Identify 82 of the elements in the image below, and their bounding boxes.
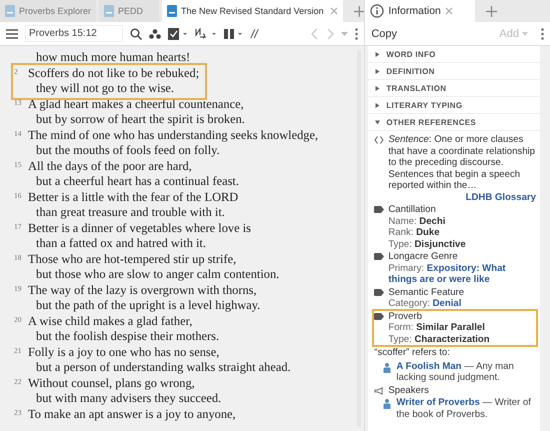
verse-line: than great treasure and trouble with it.: [35, 205, 226, 220]
expand-caret-icon: [375, 102, 380, 108]
section-header[interactable]: OTHER REFERENCES: [368, 114, 540, 131]
speakers-heading: Speakers: [388, 384, 429, 396]
code-brackets-icon: [374, 136, 384, 144]
verse-line: but with many advisers they succeed.: [35, 391, 222, 406]
verse-line: Better is a dinner of vegetables where love is: [28, 220, 251, 236]
person-link[interactable]: Writer of Proverbs: [396, 397, 480, 408]
verse-line: but the foolish despise their mothers.: [35, 329, 220, 344]
verse-line: but by sorrow of heart the spirit is broken.: [35, 112, 245, 128]
field-text: Type: Characterization: [388, 334, 491, 345]
book-icon: [5, 5, 15, 17]
close-icon[interactable]: [330, 7, 338, 15]
verse-line: they will not go to the wise.: [35, 81, 176, 96]
info-icon: [370, 4, 384, 18]
verse-line: The way of the lazy is overgrown with thorns,: [28, 282, 258, 298]
person-icon: [382, 362, 392, 372]
refers-heading: “scoffer” refers to:: [374, 346, 451, 360]
add-tab-icon[interactable]: [354, 6, 364, 16]
menu-icon[interactable]: [6, 28, 18, 38]
tag-title: Longacre Genre: [388, 251, 459, 262]
section-header[interactable]: TRANSLATION: [368, 80, 540, 97]
reference-field[interactable]: Proverbs 15:12: [25, 25, 123, 42]
verse-line: but a cheerful heart has a continual feast.: [35, 174, 239, 190]
verse-line: Those who are hot-tempered stir up strife,: [28, 252, 238, 267]
parallel-button[interactable]: //: [251, 26, 258, 40]
tag-title: Semantic Feature: [388, 286, 466, 298]
field-text: Category: Denial: [388, 298, 462, 310]
tag-icon: [374, 288, 384, 296]
section-header[interactable]: DEFINITION: [368, 63, 540, 80]
tag-icon: [374, 312, 384, 320]
person-link[interactable]: A Foolish Man: [396, 360, 462, 372]
megaphone-icon: [374, 386, 384, 394]
copy-button[interactable]: Copy: [371, 28, 398, 40]
verse-line: Scoffers do not like to be rebuked;: [28, 66, 200, 81]
search-icon[interactable]: [130, 28, 142, 40]
verse-line: A wise child makes a glad father,: [28, 314, 194, 329]
expand-caret-icon: [375, 68, 380, 74]
field-text: Rank: Duke: [388, 227, 441, 238]
checkbox-icon[interactable]: [168, 28, 188, 40]
section-header[interactable]: WORD INFO: [368, 46, 540, 63]
more-icon[interactable]: [541, 28, 544, 40]
verse-line: To make an apt answer is a joy to anyone,: [28, 406, 236, 422]
add-tab-icon[interactable]: [486, 6, 498, 16]
glossary-link[interactable]: LDHB Glossary: [466, 192, 536, 202]
tag-title: Proverb: [388, 310, 423, 322]
collapse-caret-icon: [375, 120, 380, 124]
verse-line: but the mouths of fools feed on folly.: [35, 143, 221, 158]
field-text: Name: Dechi: [388, 216, 446, 227]
verse-line: but a person of understanding walks straight ahead.: [35, 360, 291, 376]
expand-caret-icon: [375, 86, 380, 90]
book-icon: [167, 5, 178, 17]
book-icon: [104, 5, 114, 17]
columns-icon[interactable]: [224, 28, 244, 40]
definition-text: Sentence: One or more clauses that have a coordinate relationship to the preceding discourse. Sentences that begin a speech reported within the…: [388, 134, 536, 192]
field-text: Primary: Expository: What things are or were like: [388, 262, 507, 286]
verse-line: A glad heart makes a cheerful countenance,: [28, 96, 245, 112]
tag-icon: [374, 206, 384, 213]
tag-title: Cantillation: [388, 204, 437, 216]
person-icon: [382, 399, 392, 409]
verse-line: The mind of one who has understanding seeks knowledge,: [28, 128, 318, 143]
field-text: Form: Similar Parallel: [388, 322, 486, 334]
person-description: Writer of Proverbs — Writer of the book of Proverbs.: [396, 397, 532, 420]
verse-line: Without counsel, plans go wrong,: [28, 376, 196, 391]
verse-line: than a fatted ox and hatred with it.: [35, 236, 207, 252]
close-icon[interactable]: [444, 7, 453, 15]
interlinear-icon[interactable]: [195, 28, 217, 40]
field-text: Type: Disjunctive: [388, 238, 467, 250]
more-icon[interactable]: [355, 28, 358, 40]
tab[interactable]: Information: [365, 0, 476, 22]
verse-line: but those who are slow to anger calm contention.: [35, 267, 280, 282]
expand-caret-icon: [375, 52, 380, 56]
verse-line: but the path of the upright is a level highway.: [35, 298, 260, 314]
dots-icon[interactable]: [149, 28, 161, 38]
person-description: A Foolish Man — Any man lacking sound judgment.: [396, 360, 515, 384]
verse-line: Folly is a joy to one who has no sense,: [28, 344, 220, 360]
verse-line: how much more human hearts!: [35, 50, 190, 66]
tag-icon: [374, 253, 384, 260]
verse-line: All the days of the poor are hard,: [28, 158, 193, 174]
section-header[interactable]: LITERARY TYPING: [368, 97, 540, 114]
tab[interactable]: The New Revised Standard Version: [162, 0, 343, 22]
verse-line: Better is a little with the fear of the LORD: [28, 190, 238, 205]
